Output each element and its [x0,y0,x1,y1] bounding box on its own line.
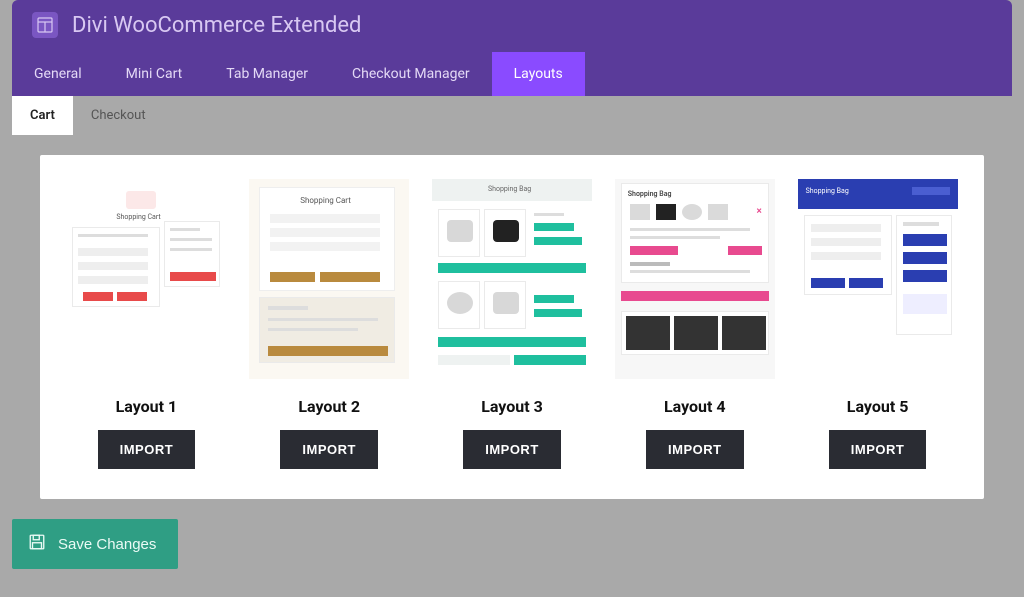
footer: Save Changes [12,517,1012,569]
app-icon [32,12,58,38]
import-button[interactable]: IMPORT [463,430,561,469]
layout-thumb: Shopping Cart [249,179,409,379]
tab-general[interactable]: General [12,52,104,96]
top-tabs: General Mini Cart Tab Manager Checkout M… [12,52,1012,96]
tab-mini-cart[interactable]: Mini Cart [104,52,205,96]
layout-title: Layout 2 [243,397,416,416]
save-label: Save Changes [58,536,156,553]
layout-thumb: Shopping Bag [798,179,958,379]
layout-col: Shopping Cart [60,179,233,469]
import-button[interactable]: IMPORT [829,430,927,469]
layout-col: Shopping Bag × [608,179,781,469]
subtab-cart[interactable]: Cart [12,96,73,135]
sub-tabs: Cart Checkout [12,96,1012,135]
layout-title: Layout 4 [608,397,781,416]
save-changes-button[interactable]: Save Changes [12,519,178,569]
subtab-checkout[interactable]: Checkout [73,96,164,135]
layout-col: Shopping Cart Layout 2 IM [243,179,416,469]
page-title-row: Divi WooCommerce Extended [12,8,1012,52]
layout-title: Layout 3 [426,397,599,416]
layouts-grid: Shopping Cart [60,179,964,469]
layouts-card: Shopping Cart [40,155,984,499]
layout-title: Layout 5 [791,397,964,416]
layout-col: Shopping Bag [426,179,599,469]
tab-layouts[interactable]: Layouts [492,52,585,96]
import-button[interactable]: IMPORT [280,430,378,469]
panel: Shopping Cart [12,135,1012,517]
layout-thumb: Shopping Cart [66,179,226,379]
header: Divi WooCommerce Extended General Mini C… [12,0,1012,96]
save-icon [28,533,46,555]
tab-checkout-manager[interactable]: Checkout Manager [330,52,492,96]
layout-col: Shopping Bag [791,179,964,469]
layout-thumb: Shopping Bag × [615,179,775,379]
import-button[interactable]: IMPORT [646,430,744,469]
layout-title: Layout 1 [60,397,233,416]
tab-tab-manager[interactable]: Tab Manager [204,52,330,96]
layout-thumb: Shopping Bag [432,179,592,379]
import-button[interactable]: IMPORT [98,430,196,469]
page-title: Divi WooCommerce Extended [72,13,361,38]
